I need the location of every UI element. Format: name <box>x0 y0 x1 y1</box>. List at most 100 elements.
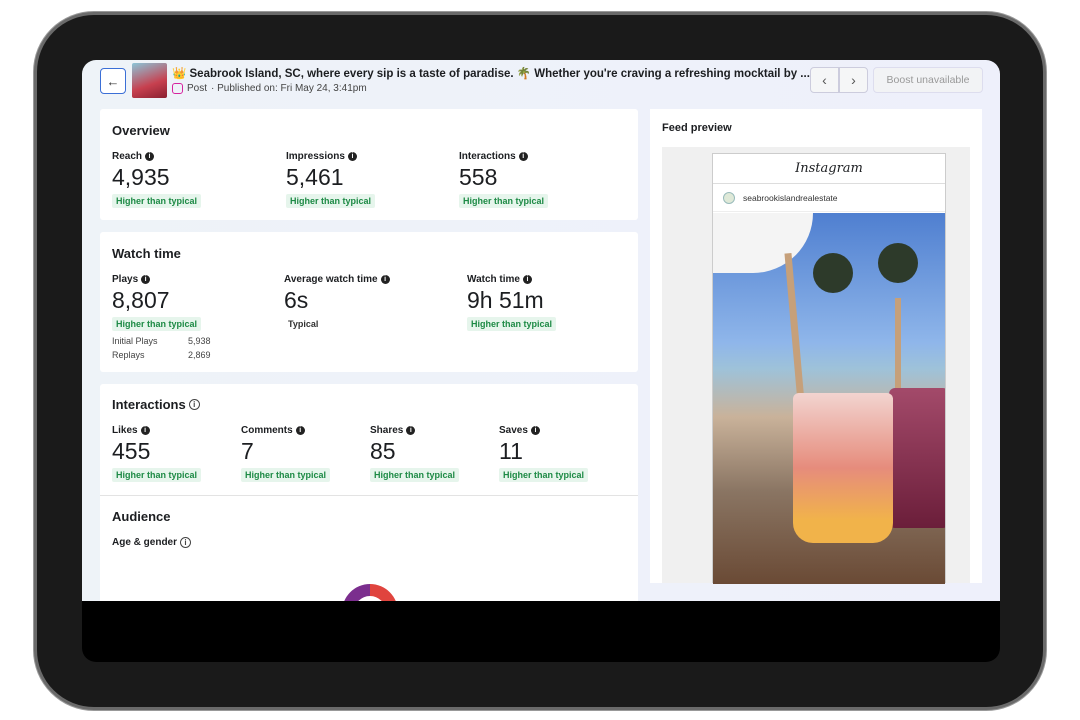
info-icon[interactable]: i <box>522 275 532 284</box>
instagram-post-preview: Instagram seabrookislandrealestate <box>712 153 946 584</box>
info-icon[interactable]: i <box>406 426 416 435</box>
metric-value: 558 <box>459 164 498 190</box>
preview-area: Instagram seabrookislandrealestate <box>662 147 970 584</box>
metric-label: Reach <box>112 151 143 162</box>
metric-label: Impressions <box>286 151 345 162</box>
info-icon[interactable]: i <box>140 426 150 435</box>
age-gender-donut-chart <box>342 584 398 601</box>
watch-time-card: Watch time Plays i 8,807 Higher than typica… <box>100 232 638 372</box>
screen: ← 👑 Seabrook Island, SC, where every sip… <box>82 60 1000 662</box>
metric-label: Plays <box>112 274 139 285</box>
post-meta: Post · Published on: Fri May 24, 3:41pm <box>172 83 367 94</box>
metric-shares: Shares i 85 Higher than typical <box>370 425 460 483</box>
interactions-card: Interactions i Likes i 455 Higher than typic… <box>100 384 638 601</box>
metric-watch-time: Watch time i 9h 51m Higher than typical <box>467 274 557 332</box>
metric-average-watch-time: Average watch time i 6s Typical <box>284 274 390 332</box>
post-type: Post <box>187 83 208 94</box>
post-header: ← 👑 Seabrook Island, SC, where every sip… <box>82 60 1000 104</box>
metric-value: 455 <box>112 438 151 464</box>
status-badge: Higher than typical <box>370 468 460 482</box>
status-badge: Higher than typical <box>286 194 376 208</box>
status-badge: Higher than typical <box>459 194 549 208</box>
title-text: Interactions <box>112 397 186 412</box>
account-name: seabrookislandrealestate <box>743 192 838 203</box>
metric-label: Shares <box>370 425 404 436</box>
metric-value: 5,461 <box>286 164 344 190</box>
palm <box>813 253 853 293</box>
chevron-right-icon: › <box>851 72 856 88</box>
post-image <box>713 213 945 584</box>
feed-preview-title: Feed preview <box>662 122 732 134</box>
overview-title: Overview <box>112 123 170 138</box>
straw <box>895 298 901 398</box>
metric-value: 6s <box>284 287 309 313</box>
divider <box>100 495 638 496</box>
info-icon[interactable]: i <box>518 152 528 161</box>
post-thumbnail <box>132 63 167 98</box>
overview-card: Overview Reach i 4,935 Higher than typical … <box>100 109 638 220</box>
interactions-title: Interactions i <box>112 397 200 412</box>
metric-value: 11 <box>499 438 523 464</box>
arrow-left-icon: ← <box>106 73 120 89</box>
label: Initial Plays <box>112 336 158 346</box>
status-badge: Higher than typical <box>499 468 589 482</box>
metric-saves: Saves i 11 Higher than typical <box>499 425 589 483</box>
account-row: seabrookislandrealestate <box>713 184 945 212</box>
status-badge: Higher than typical <box>112 468 202 482</box>
replays-row: Replays 2,869 <box>112 350 211 360</box>
value: 5,938 <box>188 336 211 346</box>
initial-plays-row: Initial Plays 5,938 <box>112 336 211 346</box>
instagram-icon <box>172 83 183 94</box>
info-icon[interactable]: i <box>380 275 390 284</box>
next-post-button[interactable]: › <box>839 67 868 93</box>
previous-post-button[interactable]: ‹ <box>810 67 839 93</box>
metric-value: 9h 51m <box>467 287 544 313</box>
metric-label: Average watch time <box>284 274 378 285</box>
umbrella <box>713 213 813 273</box>
avatar <box>723 191 735 204</box>
chevron-left-icon: ‹ <box>822 72 827 88</box>
metric-value: 4,935 <box>112 164 170 190</box>
drink-glass <box>889 388 945 528</box>
metric-reach: Reach i 4,935 Higher than typical <box>112 151 202 209</box>
metric-label: Likes <box>112 425 138 436</box>
published-date: · Published on: Fri May 24, 3:41pm <box>211 83 367 94</box>
metric-plays: Plays i 8,807 Higher than typical Initial P… <box>112 274 211 360</box>
metric-label: Comments <box>241 425 293 436</box>
instagram-logo: Instagram <box>713 154 945 184</box>
post-title: 👑 Seabrook Island, SC, where every sip i… <box>172 68 810 80</box>
app: ← 👑 Seabrook Island, SC, where every sip… <box>82 60 1000 601</box>
status-badge: Higher than typical <box>241 468 331 482</box>
info-icon[interactable]: i <box>347 152 357 161</box>
value: 2,869 <box>188 350 211 360</box>
info-icon[interactable]: i <box>145 152 155 161</box>
metric-value: 85 <box>370 438 396 464</box>
feed-preview-card: Feed preview Instagram seabrookislandrea… <box>650 109 982 584</box>
status-badge: Higher than typical <box>112 317 202 331</box>
metric-value: 7 <box>241 438 254 464</box>
info-icon[interactable]: i <box>141 275 151 284</box>
audience-title: Audience <box>112 509 171 524</box>
label: Replays <box>112 350 145 360</box>
metric-label: Saves <box>499 425 528 436</box>
subtitle-text: Age & gender <box>112 537 178 548</box>
info-icon[interactable]: i <box>180 537 192 548</box>
info-icon[interactable]: i <box>530 426 540 435</box>
status-badge: Higher than typical <box>467 317 557 331</box>
metric-comments: Comments i 7 Higher than typical <box>241 425 331 483</box>
boost-button[interactable]: Boost unavailable <box>873 67 983 93</box>
age-gender-label: Age & gender i <box>112 537 192 548</box>
info-icon[interactable]: i <box>295 426 305 435</box>
metric-label: Interactions <box>459 151 516 162</box>
status-badge: Higher than typical <box>112 194 202 208</box>
straw <box>784 252 805 404</box>
palm <box>878 243 918 283</box>
info-icon[interactable]: i <box>188 399 200 410</box>
watch-time-title: Watch time <box>112 246 181 261</box>
metric-value: 8,807 <box>112 287 170 313</box>
metric-likes: Likes i 455 Higher than typical <box>112 425 202 483</box>
back-button[interactable]: ← <box>100 68 126 94</box>
metric-impressions: Impressions i 5,461 Higher than typical <box>286 151 376 209</box>
status-badge: Typical <box>288 319 319 329</box>
metric-label: Watch time <box>467 274 520 285</box>
